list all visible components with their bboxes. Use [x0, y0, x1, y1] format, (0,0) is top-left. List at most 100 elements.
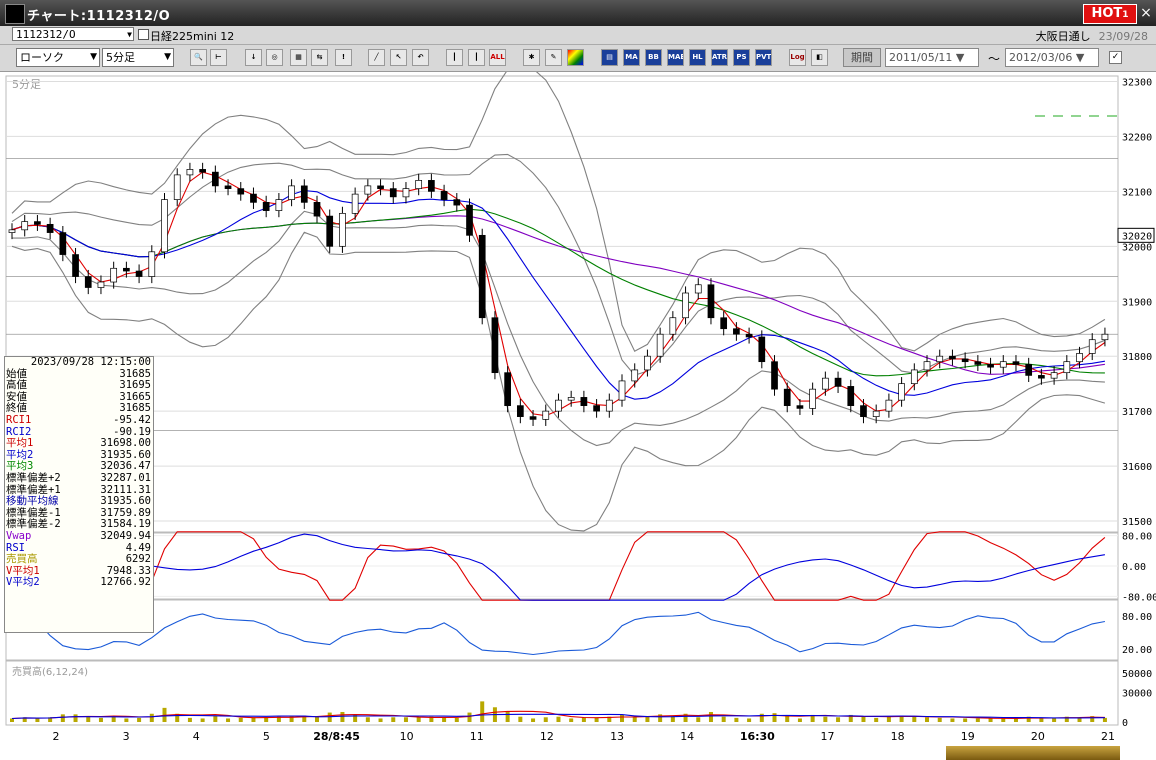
- instrument-checkbox[interactable]: [138, 29, 149, 40]
- current-price-label: 32020: [1122, 231, 1152, 242]
- volume-tick-label: 0: [1122, 718, 1128, 729]
- volume-bar: [213, 716, 218, 722]
- interval-select[interactable]: 5分足 ▼: [102, 48, 174, 67]
- volume-bar: [505, 711, 510, 722]
- candle: [364, 185, 372, 195]
- volume-bar: [772, 713, 777, 722]
- all-button[interactable]: ALL: [489, 49, 506, 66]
- info-label: 売買高: [6, 553, 38, 566]
- crosshair-icon[interactable]: ⊢: [210, 49, 227, 66]
- date-to-field[interactable]: 2012/03/06 ▼: [1005, 48, 1099, 67]
- y-tick-label: 31500: [1122, 517, 1152, 528]
- tools-icon[interactable]: ✎: [545, 49, 562, 66]
- osc1-tick-label: 80.00: [1122, 532, 1152, 543]
- info-row: V平均2 12766.92: [5, 577, 153, 589]
- candle: [389, 188, 397, 198]
- chart-icon[interactable]: ▦: [290, 49, 307, 66]
- date-from-field[interactable]: 2011/05/11 ▼: [885, 48, 979, 67]
- mae-button[interactable]: MAE: [667, 49, 684, 66]
- candle: [745, 333, 753, 338]
- candle: [288, 185, 295, 200]
- volume-bar: [137, 717, 142, 722]
- info-label: 標準偏差+2: [6, 471, 61, 484]
- candle: [923, 361, 931, 371]
- candle: [351, 193, 359, 214]
- x-tick-label: 21: [1101, 730, 1115, 743]
- candle: [872, 410, 880, 417]
- pvt-button[interactable]: PVT: [755, 49, 772, 66]
- candle: [771, 361, 778, 390]
- candle: [618, 380, 626, 401]
- info-datetime: 2023/09/28 12:15:00: [30, 356, 151, 368]
- indicator-icon[interactable]: ▤: [601, 49, 618, 66]
- candle: [110, 267, 118, 283]
- volume-bar: [35, 718, 40, 722]
- info-row: Vwap 32049.94: [5, 530, 153, 543]
- period-button[interactable]: 期間: [843, 48, 881, 67]
- color-icon[interactable]: [567, 49, 584, 66]
- candle: [34, 221, 41, 225]
- volume-bar: [531, 718, 536, 722]
- candle: [262, 202, 270, 211]
- candle: [211, 171, 219, 187]
- candle: [59, 232, 67, 255]
- x-tick-label: 12: [540, 730, 554, 743]
- atr-button[interactable]: ATR: [711, 49, 728, 66]
- volume-bar: [403, 717, 408, 722]
- volume-bar: [327, 712, 332, 722]
- info-row: RCI1 -95.42: [5, 414, 153, 427]
- range-checkbox[interactable]: ✓: [1109, 51, 1122, 64]
- volume-bar: [823, 716, 828, 722]
- ma-button[interactable]: MA: [623, 49, 640, 66]
- volume-bar: [708, 711, 713, 722]
- ps-button[interactable]: PS: [733, 49, 750, 66]
- zoom-icon[interactable]: 🔍: [190, 49, 207, 66]
- hot-button[interactable]: HOT1: [1083, 4, 1137, 24]
- price-chart[interactable]: 5分足 3230032200321003200031900318003170031…: [0, 72, 1156, 760]
- chart-type-select[interactable]: ローソク ▼: [16, 48, 100, 67]
- candle-icon[interactable]: ┃: [446, 49, 463, 66]
- candle: [1038, 375, 1045, 379]
- candle: [300, 185, 308, 203]
- info-value: 31698.00: [100, 437, 151, 450]
- close-icon[interactable]: ×: [1139, 4, 1153, 22]
- candle: [796, 405, 804, 409]
- search-icon[interactable]: ◎: [266, 49, 283, 66]
- candle: [504, 372, 511, 406]
- volume-bar: [454, 717, 459, 722]
- volume-bar: [963, 718, 968, 722]
- draw-line-icon[interactable]: ╱: [368, 49, 385, 66]
- price-info-panel: 2023/09/28 12:15:00 始値 31685 高値 31695 安値 3166…: [4, 356, 154, 633]
- x-tick-label: 3: [123, 730, 130, 743]
- log-button[interactable]: Log: [789, 49, 806, 66]
- candle: [516, 405, 524, 417]
- volume-panel-label: 売買高(6,12,24): [12, 665, 88, 678]
- timeline-scrollbar[interactable]: [946, 746, 1120, 760]
- alert-icon[interactable]: !: [335, 49, 352, 66]
- candle: [605, 399, 613, 412]
- instrument-name: 日経225mini 12: [150, 30, 235, 43]
- split-icon[interactable]: ◧: [811, 49, 828, 66]
- symbol-select[interactable]: 1112312/O ▼: [12, 27, 134, 41]
- settings-icon[interactable]: ✱: [523, 49, 540, 66]
- volume-bar: [391, 717, 396, 722]
- candle: [21, 221, 29, 231]
- hl-button[interactable]: HL: [689, 49, 706, 66]
- download-icon[interactable]: ↓: [245, 49, 262, 66]
- candle: [656, 333, 664, 357]
- volume-bar: [861, 716, 866, 722]
- cursor-icon[interactable]: ↖: [390, 49, 407, 66]
- candle-settings-icon[interactable]: ┃: [468, 49, 485, 66]
- bb-button[interactable]: BB: [645, 49, 662, 66]
- candle: [466, 204, 473, 236]
- candle: [834, 377, 842, 387]
- candle: [224, 185, 232, 189]
- osc1-tick-label: -80.00: [1122, 592, 1156, 603]
- undo-icon[interactable]: ↶: [412, 49, 429, 66]
- info-row: 標準偏差+2 32287.01: [5, 471, 153, 485]
- volume-tick-label: 30000: [1122, 689, 1152, 700]
- compare-icon[interactable]: ⇆: [311, 49, 328, 66]
- info-label: 平均1: [6, 437, 34, 450]
- x-tick-label: 10: [400, 730, 414, 743]
- timeframe-label: 5分足: [12, 78, 41, 91]
